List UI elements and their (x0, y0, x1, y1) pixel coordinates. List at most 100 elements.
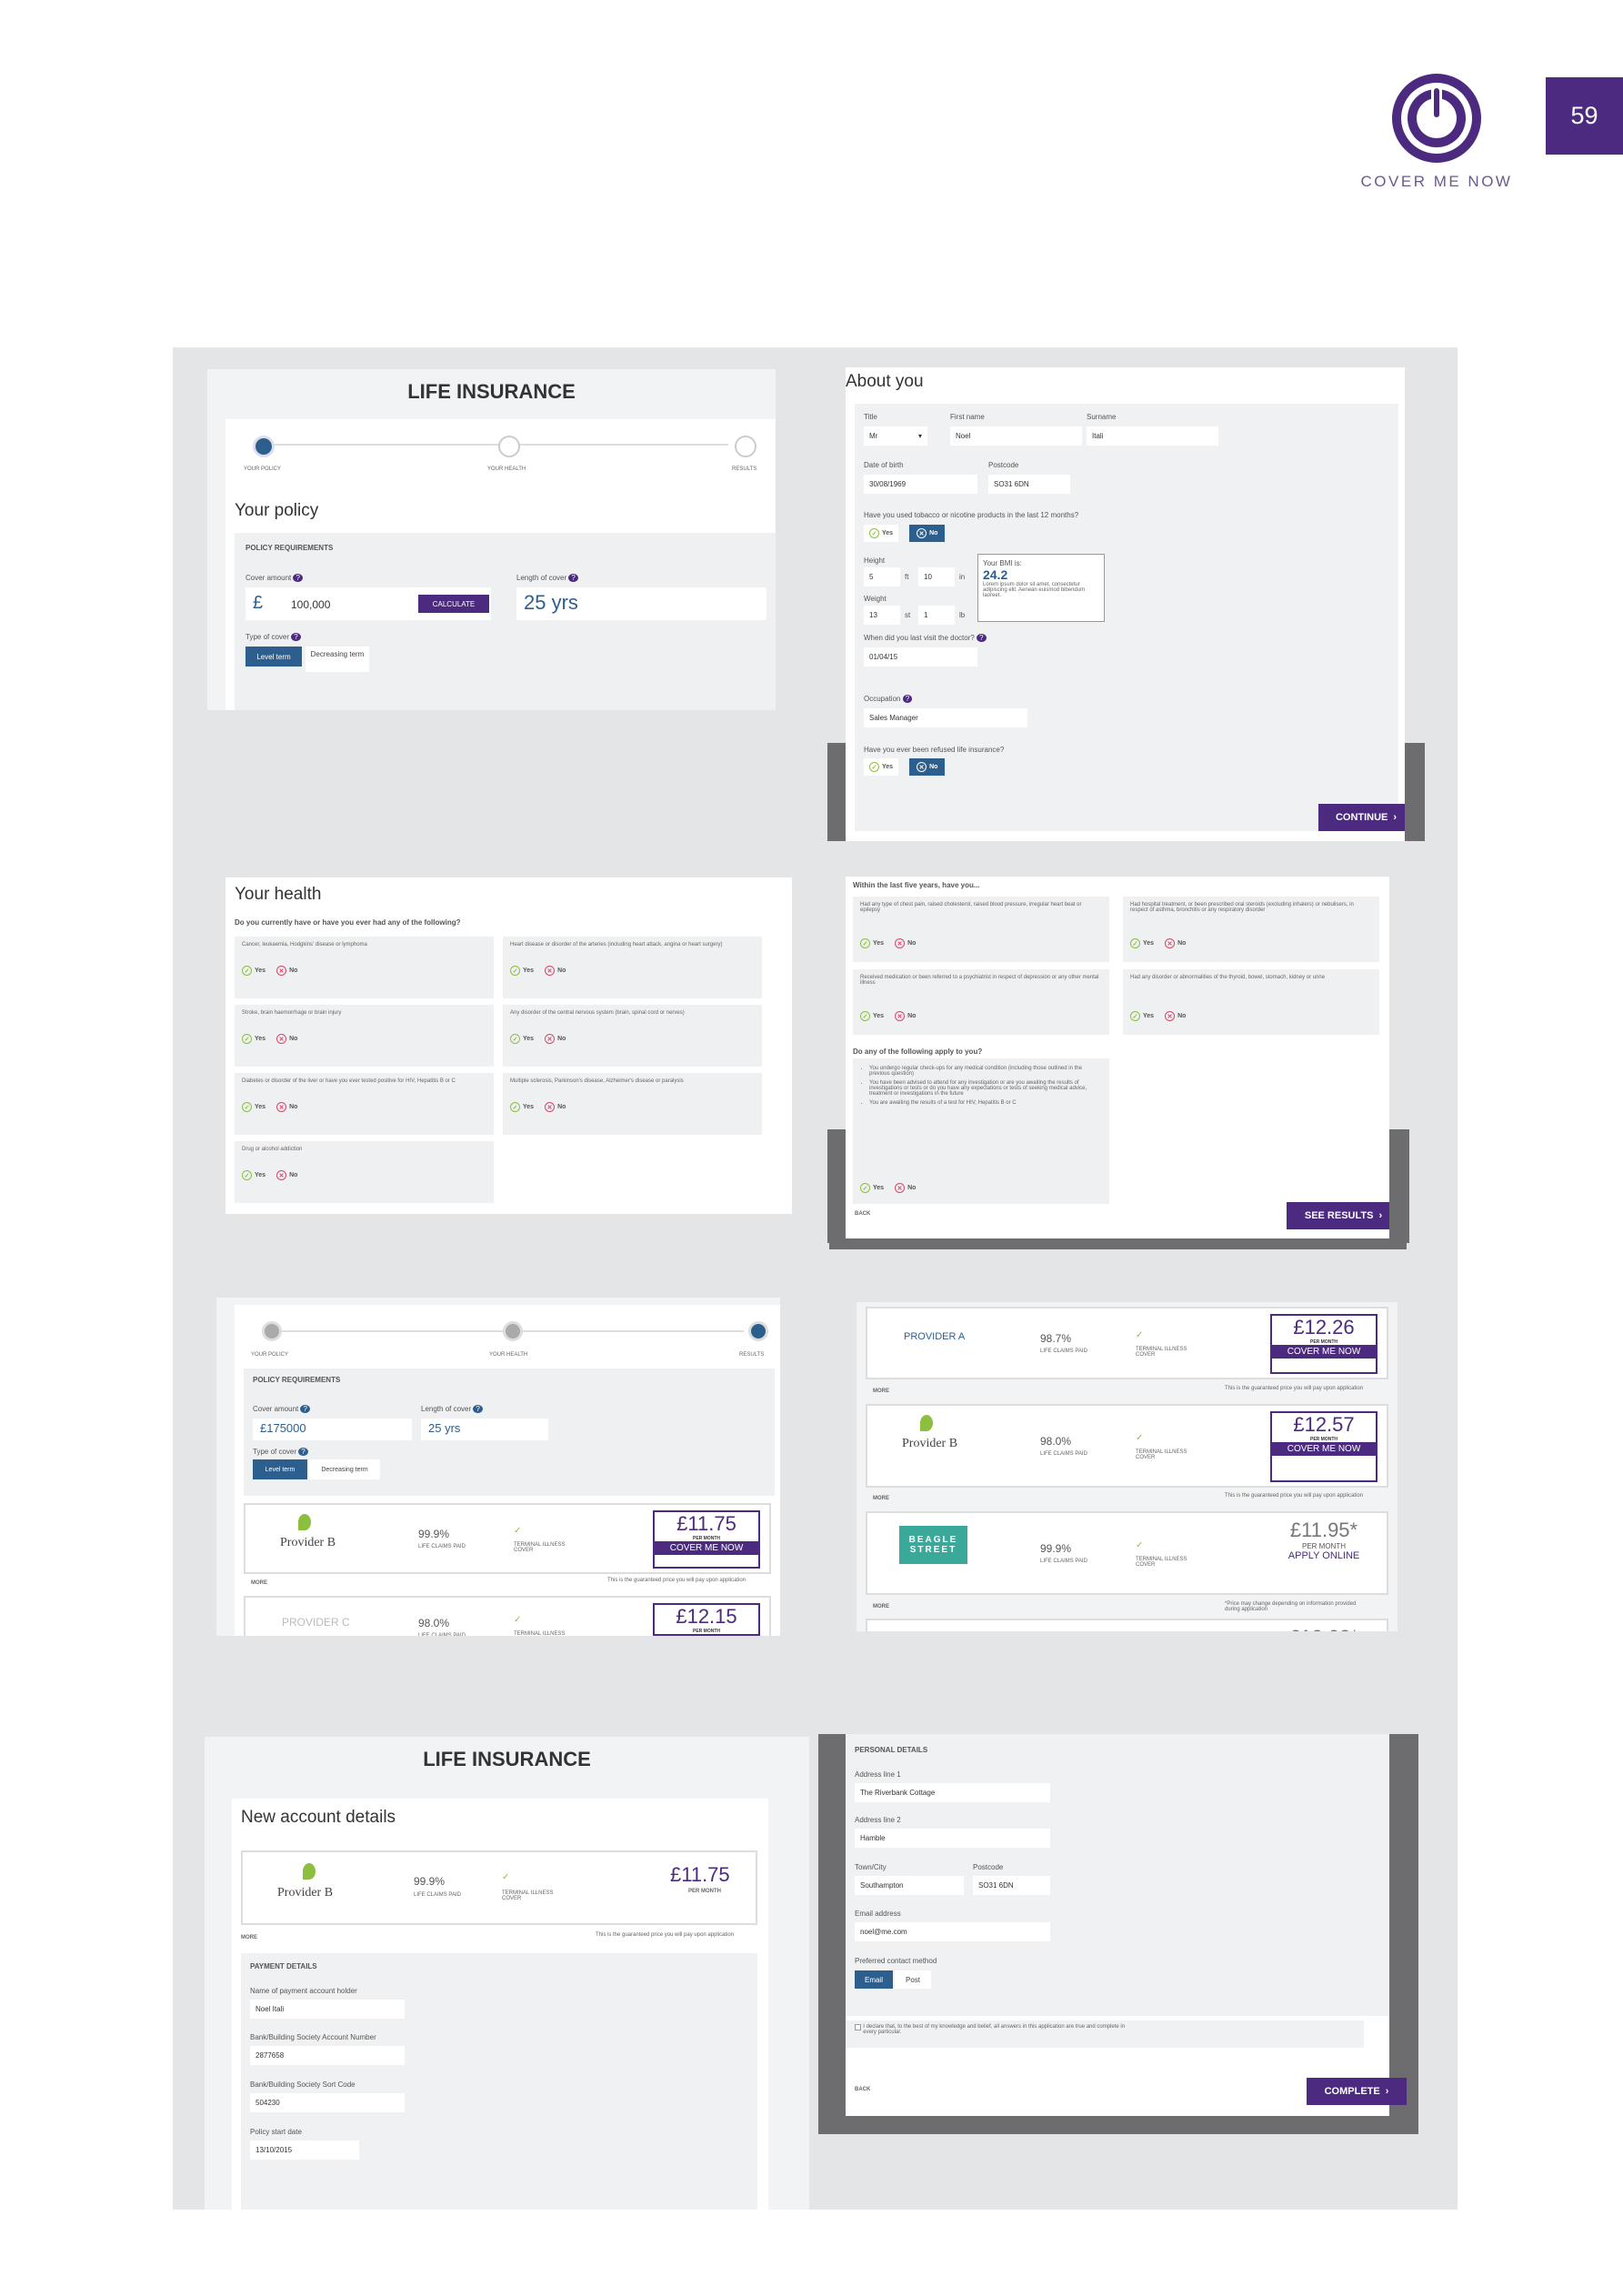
step-label[interactable]: RESULTS (739, 1352, 764, 1358)
no-option[interactable]: ✕ No (909, 525, 946, 542)
no-option[interactable]: ✕ No (276, 1102, 297, 1112)
level-term-button[interactable]: Level term (253, 1459, 307, 1479)
more-link[interactable]: MORE (873, 1604, 889, 1609)
cover-me-now-button[interactable]: COVER ME NOW (655, 1541, 758, 1555)
guarantee-note: This is the guaranteed price you will pa… (1225, 1493, 1364, 1499)
bmi-label: Your BMI is: (983, 559, 1022, 567)
surname-input[interactable]: Itali (1087, 426, 1218, 446)
calculate-button[interactable]: CALCULATE (418, 595, 489, 613)
cover-me-now-button[interactable]: COVER ME NOW (1272, 1345, 1376, 1359)
step-label[interactable]: YOUR POLICY (251, 1352, 288, 1358)
height-ft-input[interactable]: 5 (864, 567, 900, 587)
condition-label: Heart disease or disorder of the arterie… (510, 942, 723, 947)
yes-option[interactable]: ✓ Yes (864, 525, 899, 542)
step-label[interactable]: YOUR HEALTH (489, 1352, 527, 1358)
cover-amount-input[interactable]: £175000 (253, 1419, 412, 1440)
no-option[interactable]: ✕ No (545, 966, 566, 976)
account-number-input[interactable]: 2877658 (250, 2046, 405, 2065)
yes-option[interactable]: ✓ Yes (860, 1183, 884, 1193)
no-option[interactable]: ✕ No (276, 966, 297, 976)
weight-lb-input[interactable]: 1 (918, 606, 955, 625)
yes-option[interactable]: ✓ Yes (864, 758, 899, 776)
step-label[interactable]: YOUR POLICY (244, 466, 281, 472)
email-option-button[interactable]: Email (855, 1970, 893, 1989)
help-icon[interactable]: ? (473, 1405, 483, 1413)
first-name-input[interactable]: Noel (950, 426, 1082, 446)
decreasing-term-button[interactable]: Decreasing term (306, 647, 369, 672)
level-term-button[interactable]: Level term (245, 647, 302, 667)
decreasing-term-button[interactable]: Decreasing term (309, 1459, 380, 1479)
yes-option[interactable]: ✓ Yes (510, 966, 534, 976)
declaration-checkbox[interactable] (855, 2024, 861, 2030)
no-option[interactable]: ✕ No (1165, 1011, 1186, 1021)
yes-option[interactable]: ✓ Yes (860, 938, 884, 948)
condition-card: Any disorder of the central nervous syst… (503, 1005, 762, 1067)
no-option[interactable]: ✕ No (276, 1034, 297, 1044)
town-input[interactable]: Southampton (855, 1876, 964, 1895)
help-icon[interactable]: ? (568, 574, 578, 582)
title-select[interactable]: Mr ▾ (864, 426, 927, 446)
step-label[interactable]: YOUR HEALTH (487, 466, 526, 472)
yes-option[interactable]: ✓ Yes (1130, 1011, 1154, 1021)
yes-option[interactable]: ✓ Yes (242, 1034, 265, 1044)
help-icon[interactable]: ? (298, 1448, 308, 1456)
occupation-input[interactable]: Sales Manager (864, 708, 1027, 727)
help-icon[interactable]: ? (291, 633, 301, 641)
see-results-button[interactable]: SEE RESULTS › (1287, 1202, 1389, 1229)
weight-st-input[interactable]: 13 (864, 606, 900, 625)
address1-input[interactable]: The Riverbank Cottage (855, 1783, 1050, 1802)
length-field[interactable]: 25 yrs (516, 587, 766, 620)
apply-online-link[interactable]: APPLY ONLINE (1270, 1550, 1378, 1561)
page-title: LIFE INSURANCE (407, 380, 576, 403)
postcode-input[interactable]: SO31 6DN (973, 1876, 1050, 1895)
yes-option[interactable]: ✓ Yes (242, 1170, 265, 1180)
postcode-input[interactable]: SO31 6DN (988, 475, 1070, 494)
yes-option[interactable]: ✓ Yes (860, 1011, 884, 1021)
cover-me-now-button[interactable]: COVER ME NOW (1272, 1442, 1376, 1456)
step-label[interactable]: RESULTS (732, 466, 756, 472)
height-in-input[interactable]: 10 (918, 567, 955, 587)
no-option[interactable]: ✕ No (1165, 938, 1186, 948)
help-icon[interactable]: ? (977, 634, 987, 642)
more-link[interactable]: MORE (873, 1389, 889, 1394)
doctor-date-input[interactable]: 01/04/15 (864, 647, 977, 667)
start-date-input[interactable]: 13/10/2015 (250, 2141, 359, 2160)
dob-input[interactable]: 30/08/1969 (864, 475, 977, 494)
yes-option[interactable]: ✓ Yes (1130, 938, 1154, 948)
no-option[interactable]: ✕ No (895, 1011, 916, 1021)
more-link[interactable]: MORE (241, 1935, 257, 1940)
back-link[interactable]: BACK (855, 1211, 870, 1217)
no-option[interactable]: ✕ No (895, 938, 916, 948)
no-option[interactable]: ✕ No (545, 1102, 566, 1112)
help-icon[interactable]: ? (293, 574, 303, 582)
sort-code-input[interactable]: 504230 (250, 2093, 405, 2112)
no-option[interactable]: ✕ No (545, 1034, 566, 1044)
more-link[interactable]: MORE (251, 1580, 267, 1586)
price-amount: £12.15 (676, 1605, 737, 1628)
cover-me-now-button[interactable]: COVER ME NOW (655, 1634, 758, 1636)
yes-option[interactable]: ✓ Yes (510, 1102, 534, 1112)
length-input[interactable]: 25 yrs (421, 1419, 548, 1440)
yes-option[interactable]: ✓ Yes (242, 966, 265, 976)
price-box: £12.15PER MONTHCOVER ME NOW (653, 1603, 760, 1636)
provider-row: LV=98.0%✓£12.03*PER MONTH (866, 1619, 1388, 1631)
help-icon[interactable]: ? (300, 1405, 310, 1413)
address2-input[interactable]: Hamble (855, 1829, 1050, 1848)
cover-amount-field[interactable]: £ 100,000 CALCULATE (245, 587, 491, 620)
cover-amount-value[interactable]: 100,000 (291, 598, 330, 611)
more-link[interactable]: MORE (873, 1496, 889, 1501)
email-input[interactable]: noel@me.com (855, 1922, 1050, 1941)
yes-option[interactable]: ✓ Yes (510, 1034, 534, 1044)
no-option[interactable]: ✕ No (909, 758, 946, 776)
help-icon[interactable]: ? (902, 695, 913, 703)
continue-button[interactable]: CONTINUE › (1318, 804, 1405, 831)
post-option-button[interactable]: Post (895, 1970, 931, 1989)
page-title: LIFE INSURANCE (423, 1748, 591, 1770)
complete-button[interactable]: COMPLETE › (1307, 2078, 1407, 2105)
no-option[interactable]: ✕ No (276, 1170, 297, 1180)
yes-option[interactable]: ✓ Yes (242, 1102, 265, 1112)
no-option[interactable]: ✕ No (895, 1183, 916, 1193)
back-link[interactable]: BACK (855, 2087, 870, 2092)
check-icon: ✓ (1130, 1011, 1140, 1021)
holder-input[interactable]: Noel Itali (250, 2000, 405, 2019)
